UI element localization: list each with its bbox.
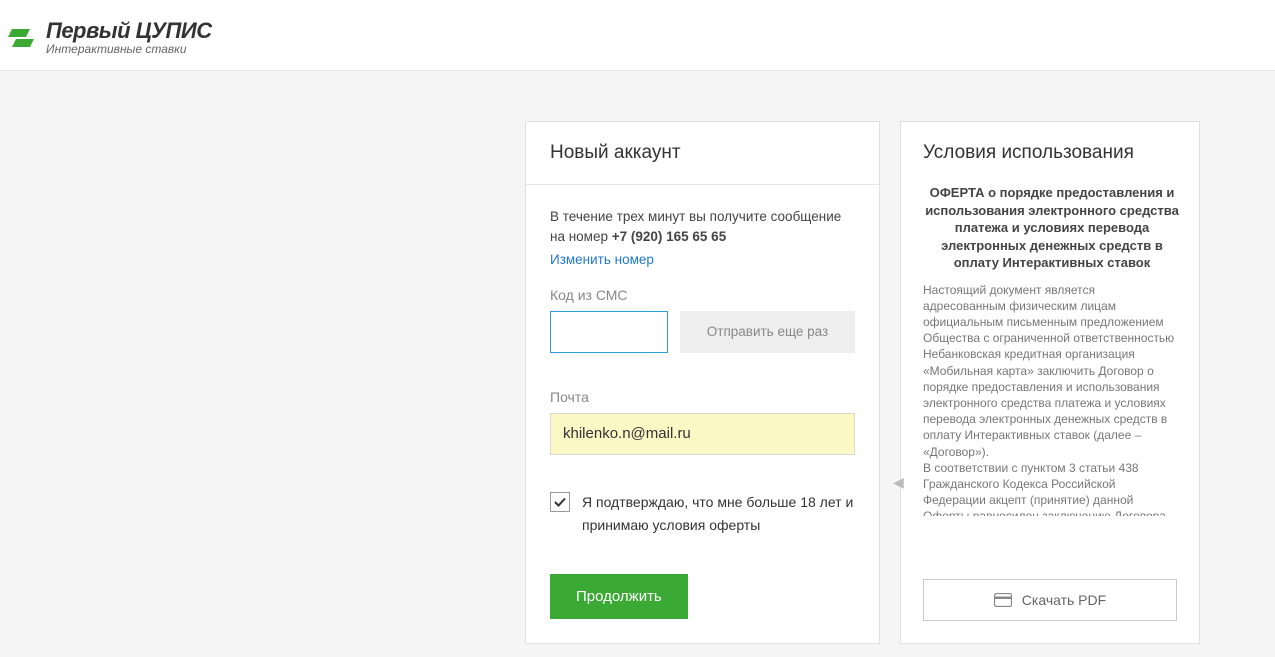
logo-subtitle: Интерактивные ставки xyxy=(46,42,212,56)
terms-paragraph: Настоящий документ является адресованным… xyxy=(923,282,1181,460)
terms-paragraph: В соответствии с пунктом 3 статьи 438 Гр… xyxy=(923,460,1181,516)
confirm-text: Я подтверждаю, что мне больше 18 лет и п… xyxy=(582,491,855,539)
card-icon xyxy=(994,593,1012,607)
collapse-arrow-icon[interactable]: ◀ xyxy=(893,474,904,491)
logo-title: Первый ЦУПИС xyxy=(46,18,212,44)
main-content: Новый аккаунт В течение трех минут вы по… xyxy=(0,71,1275,644)
card-title: Новый аккаунт xyxy=(526,122,879,185)
terms-document-title: ОФЕРТА о порядке предоставления и исполь… xyxy=(923,184,1181,272)
download-pdf-button[interactable]: Скачать PDF xyxy=(923,579,1177,621)
checkmark-icon xyxy=(553,495,567,509)
phone-number: +7 (920) 165 65 65 xyxy=(612,229,726,244)
email-input[interactable] xyxy=(550,413,855,455)
logo-icon xyxy=(8,23,36,51)
new-account-card: Новый аккаунт В течение трех минут вы по… xyxy=(525,121,880,644)
age-confirmation-checkbox[interactable] xyxy=(550,492,570,512)
change-number-link[interactable]: Изменить номер xyxy=(550,252,654,267)
email-label: Почта xyxy=(550,389,855,405)
resend-sms-button[interactable]: Отправить еще раз xyxy=(680,311,855,353)
sms-code-input[interactable] xyxy=(550,311,668,353)
header: Первый ЦУПИС Интерактивные ставки xyxy=(0,0,1275,71)
logo[interactable]: Первый ЦУПИС Интерактивные ставки xyxy=(8,18,1267,56)
continue-button[interactable]: Продолжить xyxy=(550,574,688,619)
sms-info-text: В течение трех минут вы получите сообщен… xyxy=(550,207,855,248)
sms-code-label: Код из СМС xyxy=(550,287,855,303)
terms-title: Условия использования xyxy=(901,122,1199,184)
terms-text-scroll[interactable]: ОФЕРТА о порядке предоставления и исполь… xyxy=(923,184,1191,516)
terms-of-use-card: Условия использования ◀ ОФЕРТА о порядке… xyxy=(900,121,1200,644)
